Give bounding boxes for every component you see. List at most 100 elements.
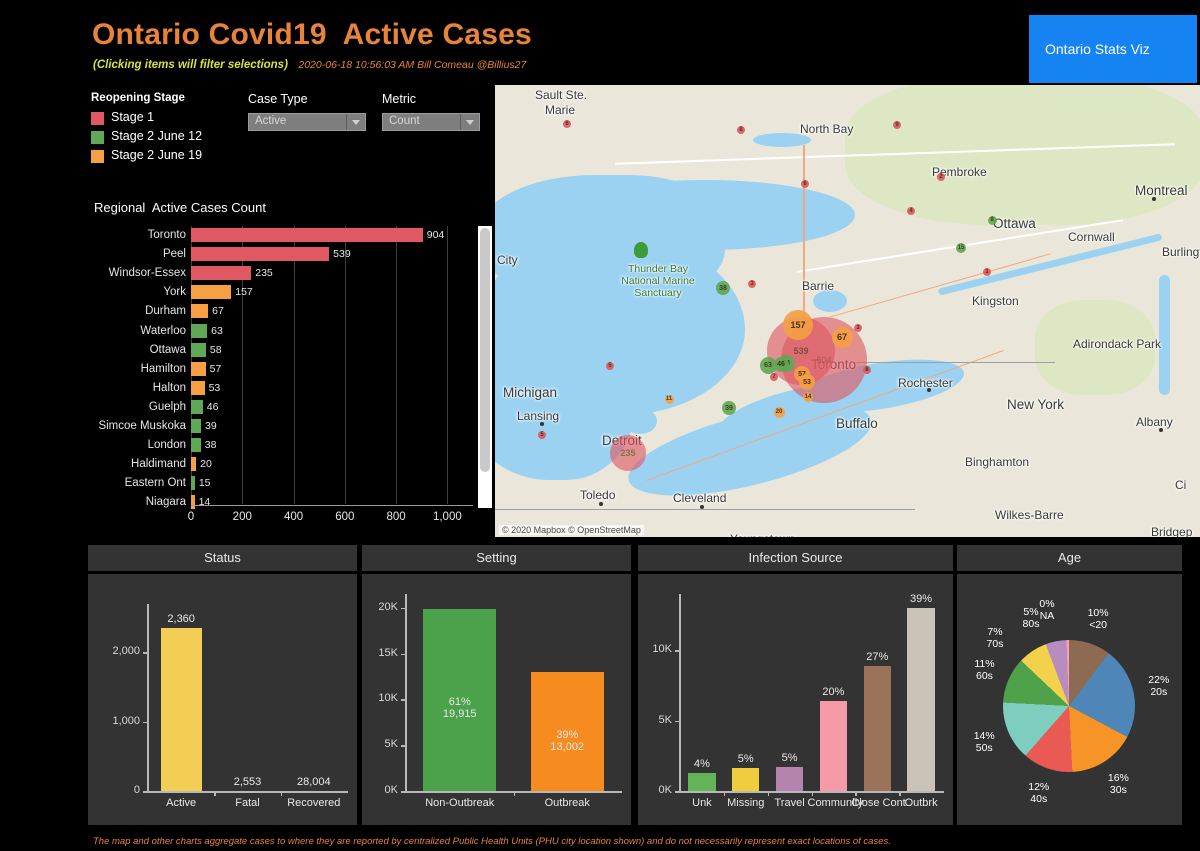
map-case-bubble[interactable]: 3 [748,280,756,288]
case-type-dropdown[interactable]: Active [248,113,366,131]
pie-slice-label[interactable]: 10% <20 [1076,607,1120,631]
pie-slice-label[interactable]: 14% 50s [962,730,1006,754]
bar[interactable] [688,772,716,791]
bar-data-label: 28,004 [296,776,331,788]
regional-axis-line [191,505,473,506]
map-case-bubble[interactable]: 5 [606,362,614,370]
case-map[interactable]: Thunder Bay National Marine Sanctuary Saul… [495,85,1200,537]
map-case-bubble[interactable]: 5 [538,431,546,439]
map-case-bubble[interactable]: 8 [987,215,997,225]
regional-bar-row[interactable]: Peel 539 [163,245,473,264]
regional-bar-row[interactable]: Haldimand 20 [131,455,473,474]
regional-x-tick: 0 [187,511,195,523]
map-case-bubble[interactable]: 1 [983,268,991,276]
region-value: 39 [204,420,217,432]
footnote: The map and other charts aggregate cases… [93,836,891,847]
regional-bar-row[interactable]: Durham 67 [145,302,473,321]
region-value: 63 [211,324,223,337]
regional-bar-chart[interactable]: Toronto 904 Peel 539 Windsor-Essex 235 York 157… [88,222,492,534]
region-bar[interactable] [191,285,232,300]
map-case-bubble[interactable]: 6 [801,180,809,188]
region-bar[interactable] [191,266,252,281]
map-case-bubble[interactable]: 38 [716,281,730,295]
pie-slice-label[interactable]: 0% NA [1025,598,1069,622]
map-case-bubble[interactable]: 20 [773,406,785,418]
scrollbar-thumb[interactable] [480,228,490,472]
map-case-bubble[interactable]: 53 [799,374,815,390]
region-bar[interactable] [191,438,201,453]
regional-bar-row[interactable]: Hamilton 57 [141,360,473,379]
regional-bar-row[interactable]: York 157 [163,283,473,302]
status-chart[interactable]: 0 1,000 2,000 2,360 Active 2,553 Fatal 28,004 Re… [88,574,357,825]
setting-chart[interactable]: 0K 5K 10K 15K 20K 61% 19,915 Non-Outbreak 39% 13,… [362,574,631,825]
map-case-bubble[interactable]: 8 [737,126,745,134]
x-tick-label[interactable]: Outbreak [510,797,626,809]
northern-forest [845,85,1200,225]
bar[interactable] [775,767,804,791]
age-chart[interactable]: 10% <20 22% 20s 16% 30s 12% 40s 14% 50s 11% 60s 7% 70… [957,574,1182,825]
map-place-label: Barrie [802,279,835,293]
map-case-bubble[interactable]: 14 [803,392,813,402]
border-line-2 [495,509,915,511]
map-case-bubble[interactable]: 11 [664,394,674,404]
region-bar[interactable] [191,399,203,414]
map-case-bubble[interactable]: 2 [937,173,945,181]
map-case-bubble[interactable]: 39 [722,401,736,415]
regional-bar-row[interactable]: Windsor-Essex 235 [109,264,473,283]
map-case-bubble[interactable]: 7 [770,373,778,381]
region-bar[interactable] [191,228,423,242]
x-tick-label[interactable]: Non-Outbreak [402,797,518,809]
x-tick-label[interactable]: Fatal [210,797,284,809]
region-bar[interactable] [191,457,197,472]
map-case-bubble[interactable]: 4 [907,207,915,215]
regional-bar-row[interactable]: Simcoe Muskoka 39 [98,417,473,436]
regional-bar-row[interactable]: Ottawa 58 [150,341,473,360]
bar-data-label: 5% [737,752,754,765]
bar[interactable] [819,700,847,791]
regional-bar-row[interactable]: Halton 53 [153,379,473,398]
map-case-bubble[interactable]: 6 [563,120,571,128]
infection-chart[interactable]: 0K 5K 10K 4% Unk 5% Missing 5% Travel 20% Communit… [638,574,953,825]
regional-bar-row[interactable]: Toronto 904 [148,226,473,245]
regional-bar-row[interactable]: Waterloo 63 [140,322,473,341]
regional-bar-row[interactable]: Guelph 46 [149,398,473,417]
map-case-bubble[interactable]: 67 [831,326,853,348]
brand-badge[interactable]: Ontario Stats Viz [1029,15,1197,83]
chevron-down-icon[interactable] [346,114,365,130]
map-case-bubble[interactable]: 235 [610,435,646,471]
bar[interactable] [732,767,760,791]
pie-slice-label[interactable]: 16% 30s [1096,772,1140,796]
bar[interactable] [160,627,202,791]
map-place-label: North Bay [800,122,854,136]
region-bar[interactable] [191,419,201,433]
regional-bar-row[interactable]: Eastern Ont 15 [125,474,473,493]
pie-slice-label[interactable]: 11% 60s [962,658,1006,682]
map-case-bubble[interactable]: 9 [893,121,901,129]
map-case-bubble[interactable]: 15 [956,243,966,253]
region-bar[interactable] [191,361,206,376]
x-tick-label[interactable]: Active [144,797,218,809]
x-tick-label[interactable]: Outbrk [895,797,947,809]
pie-slice-label[interactable]: 12% 40s [1017,781,1061,805]
x-tick-label[interactable]: Recovered [277,797,351,809]
map-case-bubble[interactable]: 3 [854,324,862,332]
bar-data-label: 61% 19,915 [442,696,477,721]
map-case-bubble[interactable]: 8 [863,366,871,374]
region-bar[interactable] [191,247,330,262]
regional-scrollbar[interactable] [478,226,492,508]
bar[interactable] [907,608,935,791]
age-pie[interactable] [1003,640,1135,772]
map-case-bubble[interactable]: 46 [773,356,789,372]
region-bar[interactable] [191,380,205,395]
map-place-label: Ottawa [993,216,1036,231]
chevron-down-icon[interactable] [460,114,479,130]
metric-dropdown[interactable]: Count [382,113,480,131]
region-bar[interactable] [191,323,208,338]
regional-bar-row[interactable]: London 38 [148,436,473,455]
region-bar[interactable] [191,304,209,319]
region-bar[interactable] [191,476,195,491]
map-case-bubble[interactable]: 157 [783,310,813,340]
bar[interactable] [863,665,891,791]
region-bar[interactable] [191,342,206,357]
pie-slice-label[interactable]: 22% 20s [1137,674,1181,698]
